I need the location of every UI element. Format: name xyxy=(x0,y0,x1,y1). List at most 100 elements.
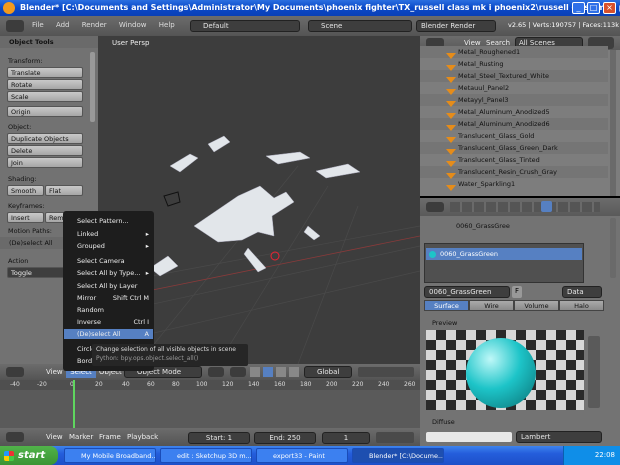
tab-wire[interactable]: Wire xyxy=(469,300,514,311)
window-title-bar: Blender* [C:\Documents and Settings\Admi… xyxy=(0,0,620,16)
transform-label: Transform: xyxy=(8,57,43,65)
scale-manipulator-icon[interactable] xyxy=(289,367,299,377)
view-menu[interactable]: View xyxy=(46,368,63,376)
flat-button[interactable]: Flat xyxy=(45,185,83,196)
current-frame-marker[interactable] xyxy=(73,380,75,428)
material-slot-item[interactable]: 0060_GrassGreen xyxy=(426,248,582,260)
menu-render[interactable]: Render xyxy=(82,21,107,29)
current-frame-field[interactable]: 1 xyxy=(322,432,370,444)
menu-help[interactable]: Help xyxy=(159,21,175,29)
taskbar-item[interactable]: My Mobile Broadband... xyxy=(64,448,156,463)
scale-button[interactable]: Scale xyxy=(7,91,83,102)
menu-file[interactable]: File xyxy=(32,21,44,29)
end-frame-field[interactable]: End: 250 xyxy=(254,432,316,444)
camera-object xyxy=(163,191,181,207)
properties-editor-type-icon[interactable] xyxy=(426,202,444,212)
preview-panel-header[interactable]: Preview xyxy=(432,319,457,327)
menu-item-select-camera[interactable]: Select Camera xyxy=(77,257,125,265)
taskbar-item[interactable]: edit : Sketchup 3D m... xyxy=(160,448,252,463)
start-button[interactable]: start xyxy=(0,446,58,465)
tick-label: 80 xyxy=(172,381,180,388)
fake-user-button[interactable]: F xyxy=(512,286,522,298)
timeline-marker-menu[interactable]: Marker xyxy=(69,433,93,441)
tool-shelf-scrollbar[interactable] xyxy=(90,52,95,122)
timeline-editor-type-icon[interactable] xyxy=(6,432,24,442)
rotate-button[interactable]: Rotate xyxy=(7,79,83,90)
translate-manipulator-icon[interactable] xyxy=(263,367,273,377)
manipulator-icon[interactable] xyxy=(250,367,260,377)
translate-button[interactable]: Translate xyxy=(7,67,83,78)
diffuse-panel-header[interactable]: Diffuse xyxy=(432,418,455,426)
editor-type-icon[interactable] xyxy=(6,20,24,32)
scene-selector[interactable]: Scene xyxy=(308,20,412,32)
material-name-field[interactable]: 0060_GrassGreen xyxy=(424,286,510,298)
action-label: Action xyxy=(8,257,29,265)
smooth-button[interactable]: Smooth xyxy=(7,185,44,196)
taskbar-item-active[interactable]: Blender* [C:\Docume... xyxy=(352,448,444,463)
rotate-manipulator-icon[interactable] xyxy=(276,367,286,377)
windows-logo-icon xyxy=(4,451,14,461)
menu-item-select-all-by-layer[interactable]: Select All by Layer xyxy=(77,282,137,290)
system-tray: 22:08 xyxy=(563,446,620,465)
tick-label: 160 xyxy=(274,381,286,388)
timeline-frame-menu[interactable]: Frame xyxy=(99,433,121,441)
diffuse-shader-selector[interactable]: Lambert xyxy=(516,431,602,443)
close-button[interactable]: × xyxy=(603,2,616,14)
material-tab-icon[interactable] xyxy=(541,201,552,212)
outliner: Metal_Roughened1 Metal_Rusting Metal_Ste… xyxy=(420,46,620,196)
layer-buttons[interactable] xyxy=(358,367,414,377)
timeline-playback-menu[interactable]: Playback xyxy=(127,433,158,441)
render-engine-selector[interactable]: Blender Render xyxy=(416,20,496,32)
menu-add[interactable]: Add xyxy=(56,21,70,29)
fighter-mesh xyxy=(149,135,361,277)
timeline[interactable]: -40 -20 0 20 40 60 80 100 120 140 160 18… xyxy=(0,380,420,428)
outliner-scrollbar[interactable] xyxy=(610,50,616,196)
context-tabs[interactable] xyxy=(450,202,600,212)
properties-scrollbar[interactable] xyxy=(610,218,616,278)
start-frame-field[interactable]: Start: 1 xyxy=(188,432,250,444)
menu-item-select-all-by-type[interactable]: Select All by Type... xyxy=(77,269,140,277)
duplicate-objects-button[interactable]: Duplicate Objects xyxy=(7,133,83,144)
menu-item-random[interactable]: Random xyxy=(77,306,104,314)
minimize-button[interactable]: _ xyxy=(572,2,585,14)
maximize-button[interactable]: □ xyxy=(587,2,600,14)
inverse-shortcut: Ctrl I xyxy=(133,318,149,326)
delete-button[interactable]: Delete xyxy=(7,145,83,156)
diffuse-color-swatch[interactable] xyxy=(426,432,512,442)
layout-selector[interactable]: Default xyxy=(190,20,300,32)
info-menu: File Add Render Window Help xyxy=(32,21,185,29)
tab-surface[interactable]: Surface xyxy=(424,300,469,311)
playback-controls[interactable] xyxy=(376,432,414,443)
timeline-view-menu[interactable]: View xyxy=(46,433,63,441)
object-tools-title[interactable]: Object Tools xyxy=(9,38,54,46)
menu-item-linked[interactable]: Linked xyxy=(77,230,98,238)
taskbar-item[interactable]: export33 - Paint xyxy=(256,448,348,463)
shading-mode-icon[interactable] xyxy=(208,367,224,377)
tick-label: 220 xyxy=(352,381,364,388)
material-icons xyxy=(446,53,456,191)
orientation-selector[interactable]: Global xyxy=(304,366,352,378)
menu-item-inverse[interactable]: Inverse xyxy=(77,318,101,326)
join-button[interactable]: Join xyxy=(7,157,83,168)
menu-window[interactable]: Window xyxy=(119,21,147,29)
insert-keyframe-button[interactable]: Insert xyxy=(7,212,44,223)
material-link-selector[interactable]: Data xyxy=(562,286,602,298)
preview-sphere xyxy=(466,338,536,408)
menu-item-select-pattern[interactable]: Select Pattern... xyxy=(77,217,129,225)
material-type-tabs: Surface Wire Volume Halo xyxy=(424,300,604,312)
tab-volume[interactable]: Volume xyxy=(514,300,559,311)
menu-item-mirror[interactable]: Mirror xyxy=(77,294,96,302)
origin-button[interactable]: Origin xyxy=(7,106,83,117)
tab-halo[interactable]: Halo xyxy=(559,300,604,311)
clock[interactable]: 22:08 xyxy=(595,451,615,459)
tick-label: 60 xyxy=(147,381,155,388)
material-slot-list[interactable]: 0060_GrassGreen xyxy=(424,243,584,283)
preview-type-buttons[interactable] xyxy=(588,336,600,408)
menu-item-grouped[interactable]: Grouped xyxy=(77,242,105,250)
submenu-arrow-icon: ▸ xyxy=(145,230,149,238)
properties-header xyxy=(420,198,620,216)
view3d-editor-type-icon[interactable] xyxy=(6,367,24,377)
taskbar: start My Mobile Broadband... edit : Sket… xyxy=(0,446,620,465)
menu-item-deselect-all[interactable]: (De)select All xyxy=(77,330,121,338)
pivot-point-icon[interactable] xyxy=(230,367,246,377)
